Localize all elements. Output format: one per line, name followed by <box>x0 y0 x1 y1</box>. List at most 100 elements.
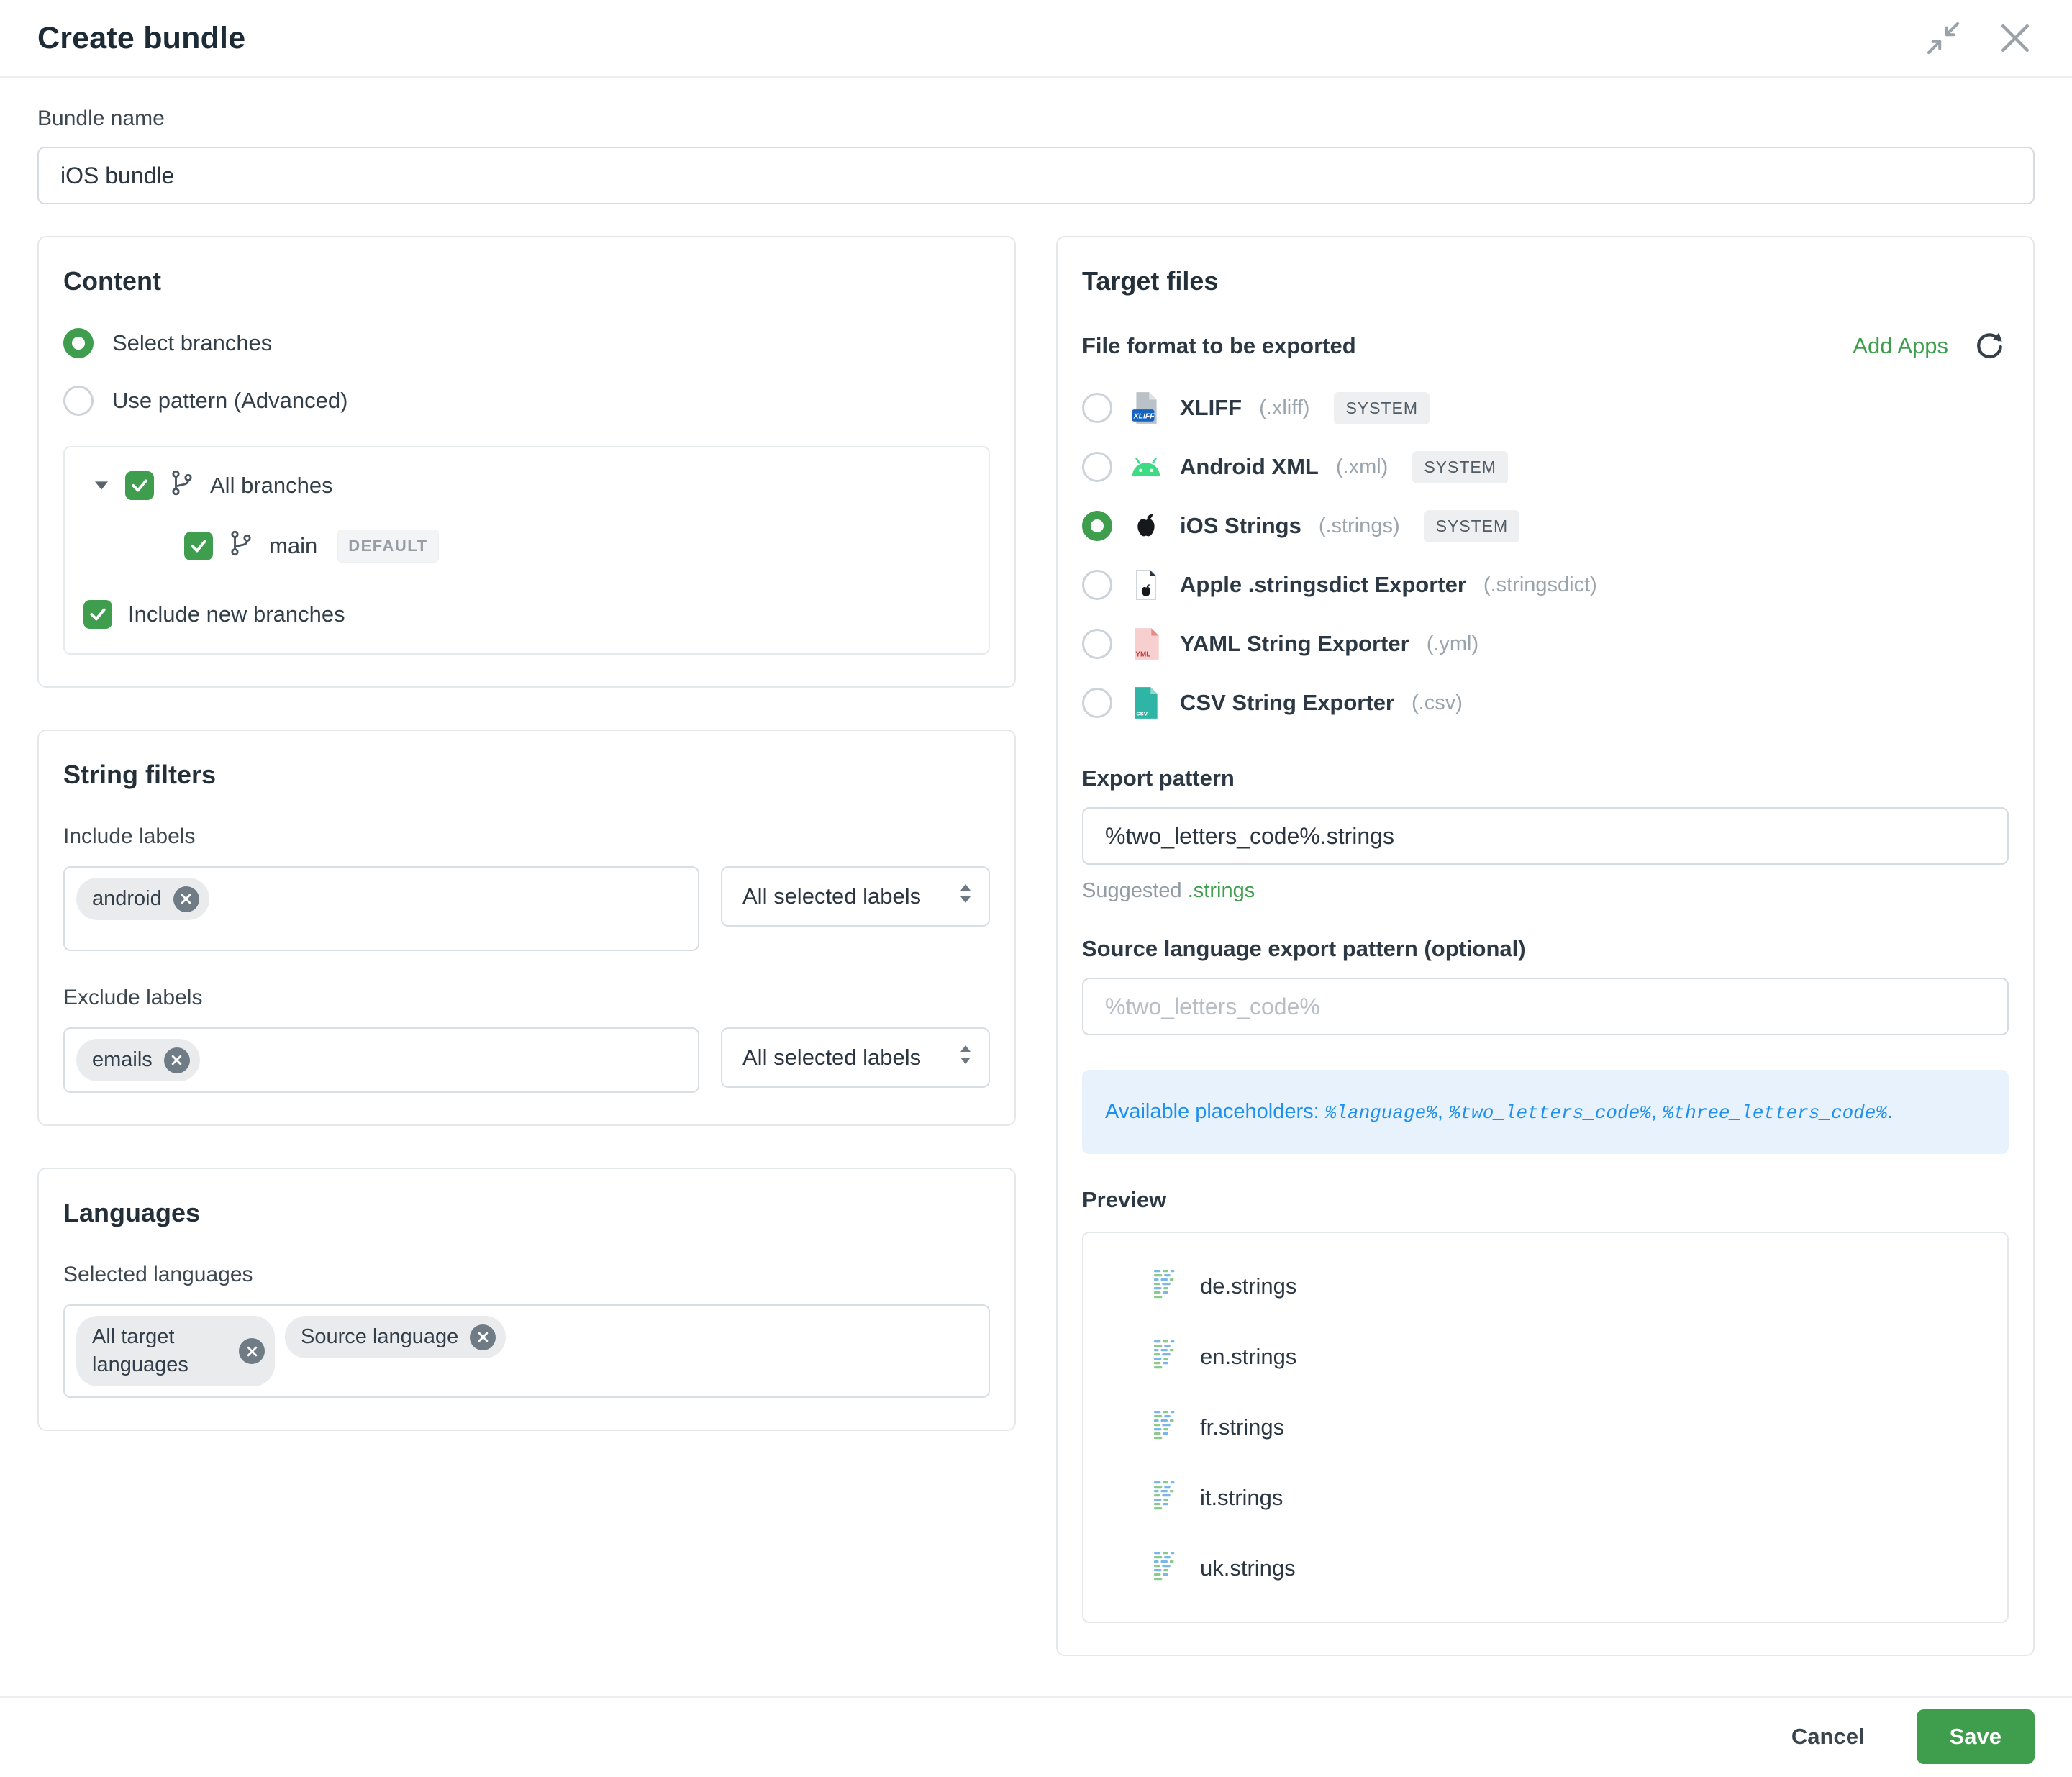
bundle-name-input[interactable] <box>37 147 2035 204</box>
tree-row-main[interactable]: main DEFAULT <box>184 530 970 563</box>
branches-tree: All branches <box>63 446 990 655</box>
refresh-icon[interactable] <box>1970 327 2009 365</box>
dialog-body: Bundle name Content Select branches Use … <box>0 78 2072 1656</box>
exclude-labels-dropdown[interactable]: All selected labels <box>721 1027 990 1088</box>
preview-file-row: fr.strings <box>1112 1409 1978 1446</box>
target-files-heading: Target files <box>1082 266 2009 296</box>
remove-icon[interactable] <box>173 886 199 912</box>
string-filters-heading: String filters <box>63 760 990 790</box>
selected-languages-input[interactable]: All target languages Source language <box>63 1304 990 1398</box>
chip-text: android <box>92 885 162 913</box>
collapse-icon[interactable] <box>1922 17 1964 59</box>
radio-icon[interactable] <box>1082 570 1112 600</box>
format-option-yaml[interactable]: YML YAML String Exporter (.yml) <box>1082 614 2009 673</box>
radio-icon[interactable] <box>1082 393 1112 423</box>
caret-down-icon[interactable] <box>95 481 108 490</box>
suggested-strings-link[interactable]: .strings <box>1188 879 1255 902</box>
strings-file-icon <box>1153 1268 1181 1305</box>
format-option-android-xml[interactable]: Android XML (.xml) SYSTEM <box>1082 437 2009 496</box>
create-bundle-dialog: Create bundle Bundle name <box>0 0 2072 1669</box>
exclude-labels-row: emails All selected labels <box>63 1027 990 1093</box>
default-badge: DEFAULT <box>337 530 438 563</box>
system-badge: SYSTEM <box>1424 510 1520 542</box>
source-pattern-input[interactable] <box>1082 978 2009 1035</box>
yaml-file-icon: YML <box>1130 627 1163 661</box>
radio-icon[interactable] <box>1082 511 1112 541</box>
languages-card: Languages Selected languages All target … <box>37 1168 1016 1431</box>
strings-file-icon <box>1153 1338 1181 1376</box>
checkbox-all-branches[interactable] <box>125 471 154 500</box>
dialog-footer: Cancel Save <box>0 1696 2072 1777</box>
cancel-button[interactable]: Cancel <box>1787 1723 1869 1750</box>
string-filters-card: String filters Include labels android <box>37 730 1016 1126</box>
checkbox-main[interactable] <box>184 532 213 560</box>
placeholders-info-box: Available placeholders: %language%, %two… <box>1082 1070 2009 1154</box>
left-column: Content Select branches Use pattern (Adv… <box>37 236 1016 1431</box>
format-option-csv[interactable]: csv CSV String Exporter (.csv) <box>1082 673 2009 732</box>
tree-row-all-branches[interactable]: All branches <box>95 469 970 502</box>
exclude-labels-input[interactable]: emails <box>63 1027 699 1093</box>
dropdown-value: All selected labels <box>742 883 921 909</box>
preview-file-name: fr.strings <box>1200 1414 1284 1440</box>
include-new-branches-row[interactable]: Include new branches <box>83 600 970 629</box>
format-option-xliff[interactable]: XLIFF XLIFF (.xliff) SYSTEM <box>1082 378 2009 437</box>
save-button[interactable]: Save <box>1917 1709 2035 1764</box>
add-apps-button[interactable]: Add Apps <box>1853 333 1948 359</box>
format-list: XLIFF XLIFF (.xliff) SYSTEM <box>1082 378 2009 732</box>
dropdown-value: All selected labels <box>742 1045 921 1071</box>
tree-label: main <box>269 533 317 559</box>
radio-use-pattern[interactable]: Use pattern (Advanced) <box>63 386 990 416</box>
remove-icon[interactable] <box>239 1338 265 1364</box>
export-pattern-label: Export pattern <box>1082 765 2009 791</box>
format-option-stringsdict[interactable]: Apple .stringsdict Exporter (.stringsdic… <box>1082 555 2009 614</box>
preview-file-name: en.strings <box>1200 1344 1296 1370</box>
apple-icon <box>1130 512 1163 540</box>
radio-label: Select branches <box>112 330 272 356</box>
include-labels-input[interactable]: android <box>63 866 699 951</box>
preview-file-name: de.strings <box>1200 1273 1296 1299</box>
content-card: Content Select branches Use pattern (Adv… <box>37 236 1016 688</box>
checkbox-include-new[interactable] <box>83 600 112 629</box>
preview-file-name: uk.strings <box>1200 1555 1296 1581</box>
radio-select-branches[interactable]: Select branches <box>63 328 990 358</box>
svg-text:YML: YML <box>1135 651 1150 659</box>
suggested-label: Suggested <box>1082 879 1182 902</box>
android-icon <box>1130 456 1163 478</box>
sort-icon <box>958 883 973 910</box>
include-labels-label: Include labels <box>63 824 990 849</box>
file-format-label: File format to be exported <box>1082 333 1356 359</box>
radio-icon[interactable] <box>63 386 94 416</box>
radio-icon[interactable] <box>1082 688 1112 718</box>
include-labels-dropdown[interactable]: All selected labels <box>721 866 990 927</box>
add-apps-wrap: Add Apps <box>1853 327 2009 365</box>
dialog-header: Create bundle <box>0 0 2072 78</box>
format-option-ios-strings[interactable]: iOS Strings (.strings) SYSTEM <box>1082 496 2009 555</box>
radio-icon[interactable] <box>63 328 94 358</box>
export-pattern-input[interactable] <box>1082 807 2009 865</box>
csv-file-icon: csv <box>1130 686 1163 720</box>
sort-icon <box>958 1044 973 1071</box>
bundle-name-label: Bundle name <box>37 106 2035 131</box>
preview-file-row: de.strings <box>1112 1268 1978 1305</box>
source-pattern-label: Source language export pattern (optional… <box>1082 936 2009 962</box>
suggested-line: Suggested .strings <box>1082 879 2009 903</box>
xliff-file-icon: XLIFF <box>1130 391 1163 425</box>
svg-text:XLIFF: XLIFF <box>1133 413 1155 421</box>
strings-file-icon <box>1153 1409 1181 1446</box>
remove-icon[interactable] <box>470 1324 496 1350</box>
content-heading: Content <box>63 266 990 296</box>
remove-icon[interactable] <box>164 1047 190 1073</box>
close-icon[interactable] <box>1996 19 2035 58</box>
selected-languages-label: Selected languages <box>63 1263 990 1287</box>
placeholder-code: %three_letters_code% <box>1663 1102 1887 1124</box>
target-files-card: Target files File format to be exported … <box>1056 236 2035 1656</box>
system-badge: SYSTEM <box>1412 451 1508 483</box>
label-chip: emails <box>76 1039 200 1081</box>
radio-icon[interactable] <box>1082 452 1112 482</box>
branch-icon <box>229 530 253 563</box>
preview-box: de.strings <box>1082 1232 2009 1623</box>
include-new-label: Include new branches <box>128 601 345 627</box>
preview-file-row: uk.strings <box>1112 1550 1978 1587</box>
preview-file-row: en.strings <box>1112 1338 1978 1376</box>
radio-icon[interactable] <box>1082 629 1112 659</box>
